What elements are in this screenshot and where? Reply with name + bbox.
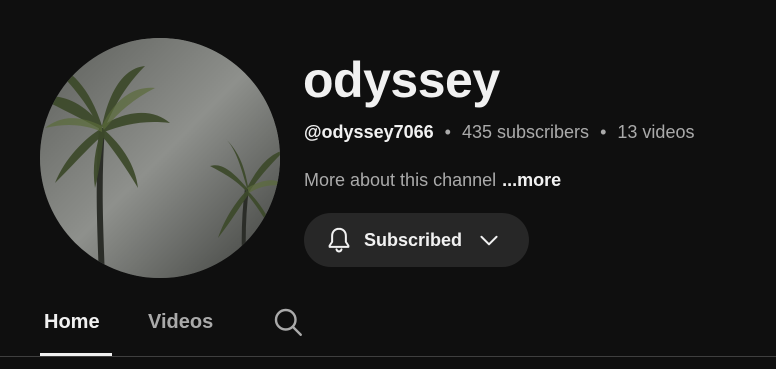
meta-separator: • <box>444 122 451 142</box>
bell-icon <box>328 227 350 253</box>
channel-avatar[interactable] <box>40 38 280 278</box>
video-count: 13 videos <box>617 122 695 142</box>
channel-meta: @odyssey7066 • 435 subscribers • 13 vide… <box>304 120 694 144</box>
meta-separator: • <box>600 122 607 142</box>
about-text: More about this channel <box>304 170 497 190</box>
search-icon[interactable] <box>270 304 306 340</box>
tabs-divider <box>0 356 776 357</box>
more-link[interactable]: ...more <box>502 170 561 190</box>
tab-home[interactable]: Home <box>44 308 100 336</box>
subscribed-button[interactable]: Subscribed <box>304 213 529 267</box>
subscribed-label: Subscribed <box>364 229 463 250</box>
channel-tabs: Home Videos <box>0 290 776 357</box>
tab-videos[interactable]: Videos <box>148 308 213 336</box>
channel-name: odyssey <box>303 52 500 108</box>
chevron-down-icon <box>480 235 498 246</box>
channel-header-page: odyssey @odyssey7066 • 435 subscribers •… <box>0 0 776 369</box>
palm-trees-image <box>40 38 280 278</box>
subscriber-count: 435 subscribers <box>461 122 590 142</box>
channel-handle: @odyssey7066 <box>304 122 434 142</box>
channel-about[interactable]: More about this channel ...more <box>304 168 561 192</box>
